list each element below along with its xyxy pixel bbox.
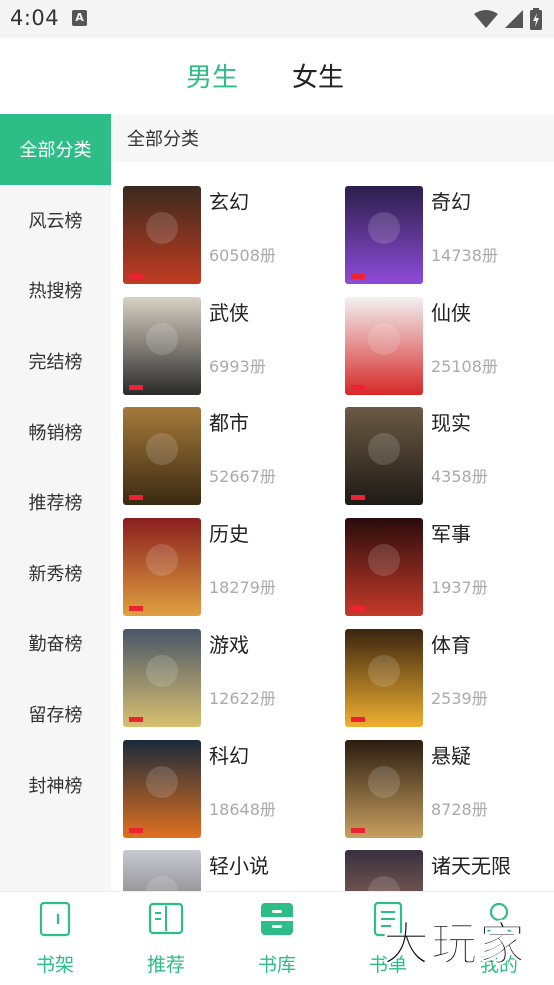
category-name: 军事 xyxy=(431,522,471,547)
book-cover-image xyxy=(123,850,201,891)
book-cover-image xyxy=(123,407,201,506)
nav-bookshelf[interactable]: 书架 xyxy=(0,892,110,985)
ranking-sidebar: 全部分类 风云榜 热搜榜 完结榜 畅销榜 推荐榜 新秀榜 勤奋榜 留存榜 封神榜 xyxy=(0,114,111,891)
category-book-count: 60508册 xyxy=(209,246,276,265)
book-cover-image xyxy=(345,518,423,617)
nav-bookshelf-label: 书架 xyxy=(35,954,74,976)
sidebar-item-diligent[interactable]: 勤奋榜 xyxy=(0,608,111,679)
category-book-count: 8728册 xyxy=(431,799,488,819)
status-time: 4:04 xyxy=(10,6,60,30)
notification-icon: A xyxy=(72,10,87,26)
watermark: 大玩家 xyxy=(383,917,527,972)
category-book-count: 18279册 xyxy=(209,578,276,598)
category-book-count: 2539册 xyxy=(431,688,488,708)
category-name: 诸天无限 xyxy=(431,854,511,879)
category-book-count: 4358册 xyxy=(431,467,488,487)
category-item[interactable]: 轻小说 xyxy=(111,848,321,891)
book-cover-image xyxy=(345,850,423,891)
sidebar-item-fengyun[interactable]: 风云榜 xyxy=(0,185,111,256)
tab-female[interactable]: 女生 xyxy=(292,57,344,94)
nav-library[interactable]: 书库 xyxy=(222,892,332,985)
sidebar-item-recommended[interactable]: 推荐榜 xyxy=(0,467,111,538)
sidebar-item-completed[interactable]: 完结榜 xyxy=(0,326,111,397)
category-content: 全部分类 玄幻 60508册 奇幻 14738册武侠 6993册 仙侠 25108册都市 52… xyxy=(111,114,554,891)
category-item[interactable]: 军事 1937册 xyxy=(333,516,543,617)
book-cover-image xyxy=(123,186,201,284)
category-name: 奇幻 xyxy=(431,190,471,214)
category-book-count: 6993册 xyxy=(209,356,266,376)
battery-icon xyxy=(530,8,542,30)
category-item[interactable]: 游戏 12622册 xyxy=(111,627,321,727)
category-name: 轻小说 xyxy=(209,854,269,879)
category-name: 玄幻 xyxy=(209,190,249,214)
bookshelf-icon xyxy=(39,901,71,937)
system-icons xyxy=(474,8,542,30)
category-item[interactable]: 科幻 18648册 xyxy=(111,738,321,838)
category-item[interactable]: 武侠 6993册 xyxy=(111,295,321,395)
book-cover-image xyxy=(345,628,423,727)
category-item[interactable]: 现实 4358册 xyxy=(333,405,543,506)
category-name: 都市 xyxy=(209,411,249,436)
nav-recommend-label: 推荐 xyxy=(146,954,185,976)
tab-male[interactable]: 男生 xyxy=(186,57,238,94)
category-item[interactable]: 仙侠 25108册 xyxy=(333,295,543,395)
book-cover-image xyxy=(345,739,423,838)
category-item[interactable]: 玄幻 60508册 xyxy=(111,184,321,284)
sidebar-item-newcomer[interactable]: 新秀榜 xyxy=(0,538,111,609)
book-cover-image xyxy=(123,518,201,617)
category-name: 历史 xyxy=(209,522,249,547)
nav-library-label: 书库 xyxy=(257,954,296,976)
category-item[interactable]: 历史 18279册 xyxy=(111,516,321,617)
book-cover-image xyxy=(345,407,423,506)
sidebar-item-bestseller[interactable]: 畅销榜 xyxy=(0,396,111,467)
book-cover-image xyxy=(123,296,201,395)
category-name: 现实 xyxy=(431,411,471,436)
recommend-icon xyxy=(148,902,184,935)
library-icon xyxy=(261,903,293,935)
signal-icon xyxy=(505,10,523,28)
category-item[interactable]: 奇幻 14738册 xyxy=(333,184,543,284)
category-name: 游戏 xyxy=(209,632,249,657)
book-cover-image xyxy=(345,186,423,284)
category-name: 武侠 xyxy=(209,300,249,325)
wifi-icon xyxy=(474,10,498,28)
category-book-count: 52667册 xyxy=(209,467,276,487)
book-cover-image xyxy=(345,296,423,395)
category-item[interactable]: 都市 52667册 xyxy=(111,405,321,506)
sidebar-item-all-categories[interactable]: 全部分类 xyxy=(0,114,111,185)
category-book-count: 14738册 xyxy=(431,246,498,265)
category-book-count: 18648册 xyxy=(209,799,276,819)
category-name: 悬疑 xyxy=(431,743,471,768)
category-name: 科幻 xyxy=(209,743,249,768)
book-cover-image xyxy=(123,628,201,727)
nav-recommend[interactable]: 推荐 xyxy=(111,892,221,985)
book-cover-image xyxy=(123,739,201,838)
category-book-count: 25108册 xyxy=(431,356,498,376)
gender-tabs: 男生 女生 xyxy=(0,38,554,114)
sidebar-item-retention[interactable]: 留存榜 xyxy=(0,679,111,750)
category-name: 体育 xyxy=(431,632,471,657)
category-item[interactable]: 体育 2539册 xyxy=(333,627,543,727)
category-book-count: 12622册 xyxy=(209,688,276,708)
category-item[interactable]: 诸天无限 xyxy=(333,848,543,891)
category-item[interactable]: 悬疑 8728册 xyxy=(333,738,543,838)
sidebar-item-hot-search[interactable]: 热搜榜 xyxy=(0,255,111,326)
category-name: 仙侠 xyxy=(431,300,471,325)
content-header: 全部分类 xyxy=(111,114,554,162)
sidebar-item-legend[interactable]: 封神榜 xyxy=(0,749,111,820)
status-bar: 4:04 A xyxy=(0,0,554,38)
category-book-count: 1937册 xyxy=(431,578,488,598)
